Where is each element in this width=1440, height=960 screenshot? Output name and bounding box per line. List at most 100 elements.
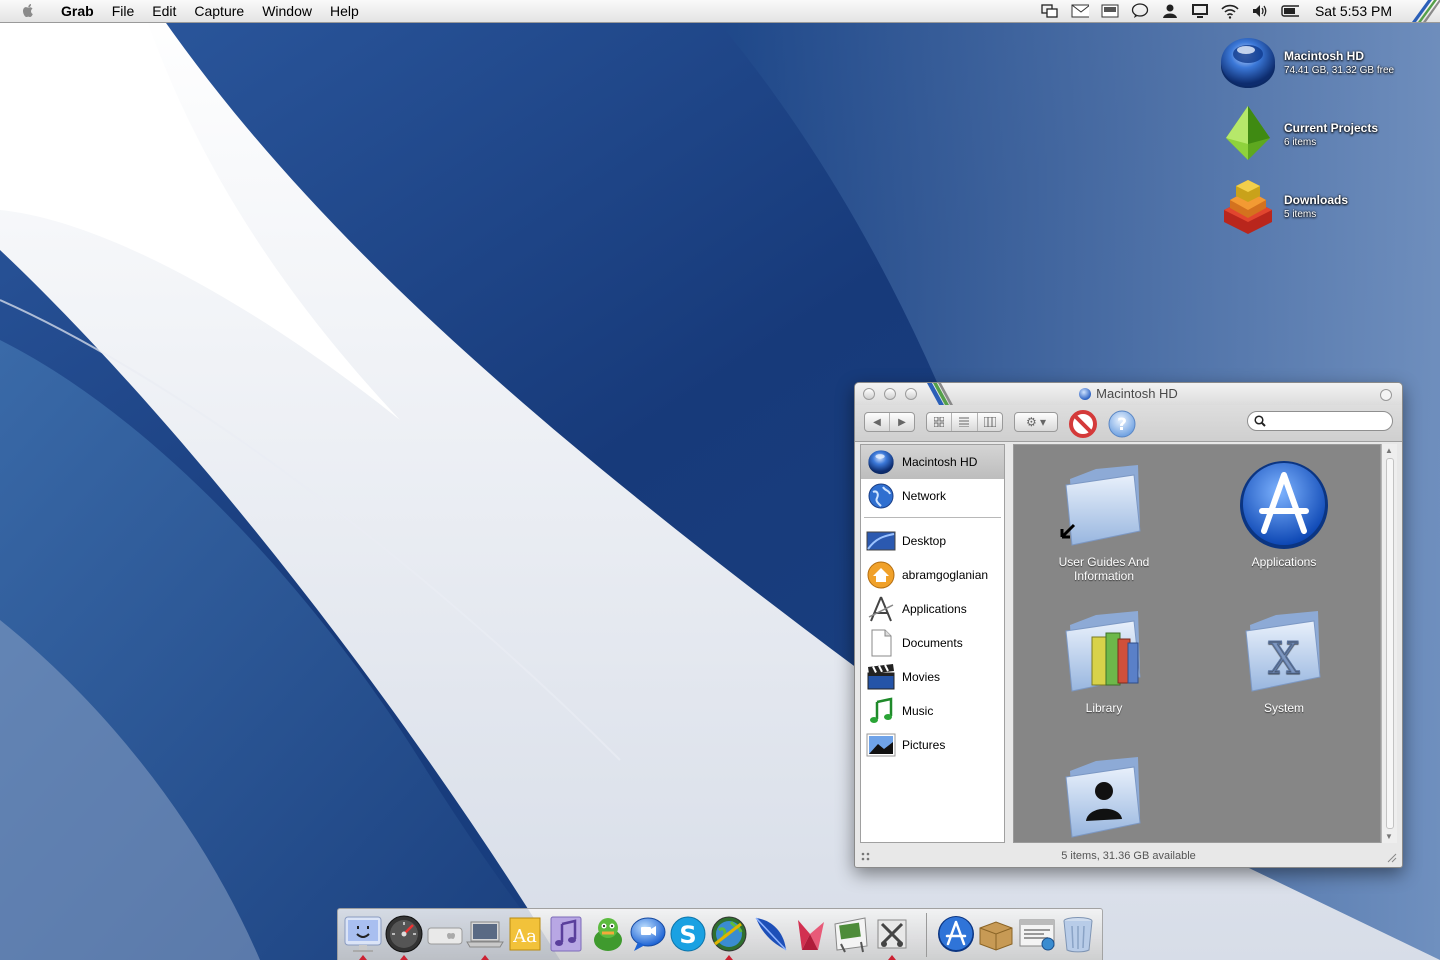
mac-mini-icon[interactable] (425, 914, 465, 954)
skype-icon[interactable]: S (668, 914, 708, 954)
file-item-label: System (1263, 701, 1304, 715)
dashboard-icon[interactable] (384, 914, 424, 954)
toolbar-toggle-button[interactable] (1380, 389, 1392, 401)
sidebar-item-movies[interactable]: Movies (861, 660, 1004, 694)
spaces-icon[interactable] (1041, 3, 1059, 19)
list-view-button[interactable] (952, 413, 978, 431)
sidebar-grip-icon[interactable] (861, 852, 871, 862)
itunes-icon[interactable] (547, 914, 587, 954)
finder-content: User Guides And Information Applications (1013, 444, 1381, 843)
downloads-folder-icon (1224, 180, 1272, 234)
desktop-icon-info: 6 items (1284, 136, 1317, 148)
library-folder-icon (1065, 611, 1141, 692)
display-icon[interactable] (1101, 3, 1119, 19)
alias-folder-icon (1060, 465, 1141, 546)
preview-icon[interactable] (831, 914, 871, 954)
network-utility-icon[interactable] (709, 914, 749, 954)
menu-capture[interactable]: Capture (185, 0, 253, 22)
menu-help[interactable]: Help (321, 0, 368, 22)
sidebar-item-label: Macintosh HD (902, 455, 978, 469)
icon-view-button[interactable] (927, 413, 953, 431)
sidebar-item-label: abramgoglanian (902, 568, 989, 582)
ichat-icon[interactable] (628, 914, 668, 954)
laptop-icon[interactable] (465, 914, 505, 954)
trash-icon[interactable] (1058, 914, 1098, 954)
sidebar-item-label: Network (902, 489, 947, 503)
sidebar-item-desktop[interactable]: Desktop (861, 524, 1004, 558)
menu-app-name[interactable]: Grab (52, 0, 103, 22)
user-icon[interactable] (1161, 3, 1179, 19)
scroll-down-arrow[interactable]: ▼ (1385, 832, 1393, 841)
search-input[interactable] (1270, 414, 1384, 430)
file-item-label: Library (1085, 701, 1123, 715)
sidebar-item-label: Music (902, 704, 934, 718)
action-menu-button[interactable]: ⚙ ▾ (1014, 412, 1058, 432)
scroll-up-arrow[interactable]: ▲ (1385, 446, 1393, 455)
volume-icon[interactable] (1251, 3, 1269, 19)
sidebar-item-documents[interactable]: Documents (861, 626, 1004, 660)
running-indicator (481, 955, 489, 960)
battery-icon[interactable] (1281, 3, 1299, 19)
font-book-icon[interactable]: Aa (506, 914, 546, 954)
sidebar-item-network[interactable]: Network (861, 479, 1004, 513)
sidebar-splitter[interactable] (1005, 442, 1013, 845)
sidebar-item-label: Documents (902, 636, 963, 650)
search-field[interactable] (1247, 411, 1393, 431)
column-view-button[interactable] (978, 413, 1002, 431)
sidebar-item-music[interactable]: Music (861, 694, 1004, 728)
hard-drive-icon (1221, 38, 1275, 88)
resize-grip-icon[interactable] (1387, 853, 1397, 863)
file-item-users[interactable] (1029, 749, 1179, 847)
package-icon[interactable] (976, 914, 1016, 954)
menu-file[interactable]: File (103, 0, 144, 22)
monitor-icon[interactable] (1191, 3, 1209, 19)
svg-text:Aa: Aa (512, 926, 537, 947)
apple-logo-icon[interactable] (20, 3, 36, 19)
forward-button[interactable]: ▶ (890, 413, 914, 431)
desktop-icon-macintosh-hd[interactable]: Macintosh HD 74.41 GB, 31.32 GB free (1218, 32, 1394, 92)
desktop-icon-current-projects[interactable]: Current Projects 6 items (1218, 104, 1378, 164)
no-entry-icon[interactable] (1068, 409, 1098, 439)
running-indicator (725, 955, 733, 960)
hard-drive-icon (868, 450, 894, 475)
file-item-user-guides[interactable]: User Guides And Information (1029, 457, 1179, 583)
file-item-system[interactable]: X System (1209, 603, 1359, 715)
desktop-icon-downloads[interactable]: Downloads 5 items (1218, 176, 1348, 236)
feather-icon[interactable] (750, 914, 790, 954)
app-store-icon[interactable] (936, 914, 976, 954)
system-folder-icon: X (1245, 611, 1321, 692)
documents-icon (871, 629, 892, 657)
desktop-icon-label: Downloads (1284, 192, 1349, 207)
wifi-icon[interactable] (1221, 3, 1239, 19)
spotlight-stripes-icon[interactable] (1404, 0, 1440, 22)
sidebar-item-home[interactable]: abramgoglanian (861, 558, 1004, 592)
menu-clock[interactable]: Sat 5:53 PM (1315, 3, 1392, 19)
window-titlebar[interactable]: Macintosh HD (855, 383, 1402, 405)
menu-edit[interactable]: Edit (143, 0, 185, 22)
sidebar-item-applications[interactable]: Applications (861, 592, 1004, 626)
desktop-icon-info: 5 items (1284, 208, 1317, 220)
sidebar-item-macintosh-hd[interactable]: Macintosh HD (861, 445, 1004, 479)
chat-icon[interactable] (1131, 3, 1149, 19)
web-icon[interactable] (1017, 914, 1057, 954)
file-item-library[interactable]: Library (1029, 603, 1179, 715)
mail-icon[interactable] (1071, 3, 1089, 19)
vertical-scrollbar[interactable]: ▲ ▼ (1381, 444, 1397, 843)
file-item-applications[interactable]: Applications (1209, 457, 1359, 569)
sidebar-item-label: Applications (902, 602, 967, 616)
origami-icon[interactable] (790, 914, 830, 954)
network-globe-icon (868, 483, 894, 509)
svg-text:?: ? (1117, 415, 1127, 435)
projects-folder-icon (1226, 106, 1270, 160)
finder-window: Macintosh HD ◀ ▶ ⚙ ▾ ? Macintosh HD Netw… (854, 382, 1403, 868)
sidebar-item-pictures[interactable]: Pictures (861, 728, 1004, 762)
finder-icon[interactable] (343, 914, 383, 954)
help-icon[interactable]: ? (1107, 409, 1137, 439)
menu-window[interactable]: Window (253, 0, 321, 22)
scroll-track[interactable] (1386, 458, 1394, 829)
adium-icon[interactable] (588, 914, 628, 954)
dock: Aa S (337, 908, 1103, 960)
back-button[interactable]: ◀ (865, 413, 890, 431)
utility-icon[interactable] (872, 914, 912, 954)
desktop-icon-info: 74.41 GB, 31.32 GB free (1284, 64, 1395, 76)
